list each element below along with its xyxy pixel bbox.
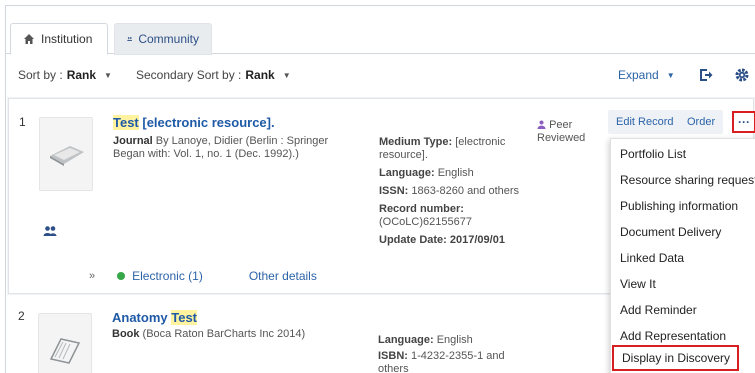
description-line-2: Began with: Vol. 1, no. 1 (Dec. 1992).) xyxy=(113,148,299,160)
result-title-link[interactable]: Anatomy Test xyxy=(112,310,197,325)
more-actions-menu: Portfolio List Resource sharing request … xyxy=(610,138,755,373)
export-icon[interactable] xyxy=(697,67,713,83)
language-label: Language: xyxy=(379,167,435,179)
resource-type: Journal xyxy=(113,135,153,147)
order-button[interactable]: Order xyxy=(679,110,724,134)
edit-record-button[interactable]: Edit Record xyxy=(608,110,682,134)
person-icon xyxy=(537,120,546,129)
update-date-value: 2017/09/01 xyxy=(449,234,505,246)
record-number-label: Record number: xyxy=(379,203,464,215)
expand-label: Expand xyxy=(618,68,659,82)
record-number-value: (OCoLC)62155677 xyxy=(379,216,472,228)
menu-item-publishing-information[interactable]: Publishing information xyxy=(611,193,755,219)
sort-dropdown[interactable]: Sort by : Rank ▼ xyxy=(18,68,112,82)
title-highlight: Test xyxy=(113,115,139,130)
menu-item-resource-sharing-request[interactable]: Resource sharing request xyxy=(611,167,755,193)
available-status-icon xyxy=(117,272,126,280)
menu-item-document-delivery[interactable]: Document Delivery xyxy=(611,219,755,245)
sort-bar: Sort by : Rank ▼ Secondary Sort by : Ran… xyxy=(6,55,755,99)
search-results-panel: Institution Community Sort by : Rank ▼ S… xyxy=(5,5,755,373)
gear-icon[interactable] xyxy=(734,67,750,83)
journal-thumbnail xyxy=(39,117,93,191)
result-number: 2 xyxy=(18,309,25,323)
menu-item-add-reminder[interactable]: Add Reminder xyxy=(611,297,755,323)
update-date-label: Update Date: xyxy=(379,234,447,246)
menu-item-portfolio-list[interactable]: Portfolio List xyxy=(611,141,755,167)
title-prefix: Anatomy xyxy=(112,310,172,325)
caret-down-icon: ▼ xyxy=(666,70,675,80)
secondary-sort-dropdown[interactable]: Secondary Sort by : Rank ▼ xyxy=(136,68,291,82)
title-highlight: Test xyxy=(171,310,197,325)
peer-reviewed-badge: Peer Reviewed xyxy=(537,119,597,145)
menu-item-linked-data[interactable]: Linked Data xyxy=(611,245,755,271)
menu-item-display-in-discovery[interactable]: Display in Discovery xyxy=(612,345,739,371)
sort-value: Rank xyxy=(66,68,97,82)
menu-item-view-it[interactable]: View It xyxy=(611,271,755,297)
expand-chevron-icon[interactable]: » xyxy=(89,270,95,282)
result-title-link[interactable]: Test [electronic resource]. xyxy=(113,115,275,130)
tab-bar: Institution Community xyxy=(6,6,755,55)
result-number: 1 xyxy=(19,115,26,129)
book-thumbnail xyxy=(38,313,92,373)
other-details-link[interactable]: Other details xyxy=(249,269,317,283)
users-icon xyxy=(127,37,133,41)
caret-down-icon: ▼ xyxy=(104,70,112,80)
tab-institution-label: Institution xyxy=(41,32,93,46)
tab-community-label: Community xyxy=(138,32,199,46)
secondary-sort-label: Secondary Sort by : xyxy=(136,68,242,82)
language-value: English xyxy=(437,167,474,179)
secondary-sort-value: Rank xyxy=(245,68,275,82)
issn-value: 1863-8260 and others xyxy=(411,185,520,197)
book-icon xyxy=(49,338,81,364)
language-label: Language: xyxy=(378,334,434,346)
tab-community[interactable]: Community xyxy=(114,23,212,55)
result-description: Book (Boca Raton BarCharts Inc 2014) xyxy=(112,328,350,341)
journal-icon xyxy=(50,146,84,166)
sort-label: Sort by : xyxy=(18,68,63,82)
electronic-availability-link[interactable]: Electronic (1) xyxy=(132,269,203,283)
isbn-label: ISBN: xyxy=(378,350,408,362)
users-icon xyxy=(43,226,57,236)
result-metadata: Medium Type: [electronic resource]. Lang… xyxy=(379,136,529,252)
medium-type-label: Medium Type: xyxy=(379,136,453,148)
title-rest: [electronic resource]. xyxy=(138,115,275,130)
expand-button[interactable]: Expand ▼ xyxy=(618,68,675,82)
description-text: (Boca Raton BarCharts Inc 2014) xyxy=(139,328,306,340)
language-value: English xyxy=(436,334,473,346)
caret-down-icon: ▼ xyxy=(282,70,291,80)
tab-institution[interactable]: Institution xyxy=(10,23,108,55)
availability-row: » Electronic (1) Other details xyxy=(89,269,317,283)
resource-type: Book xyxy=(112,328,140,340)
issn-label: ISSN: xyxy=(379,185,409,197)
result-description: Journal By Lanoye, Didier (Berlin : Spri… xyxy=(113,135,351,161)
result-metadata: Language: English ISBN: 1-4232-2355-1 an… xyxy=(378,334,528,373)
description-line-1: By Lanoye, Didier (Berlin : Springer xyxy=(152,135,329,147)
home-icon xyxy=(24,34,34,44)
more-actions-button[interactable]: ··· xyxy=(732,111,755,133)
